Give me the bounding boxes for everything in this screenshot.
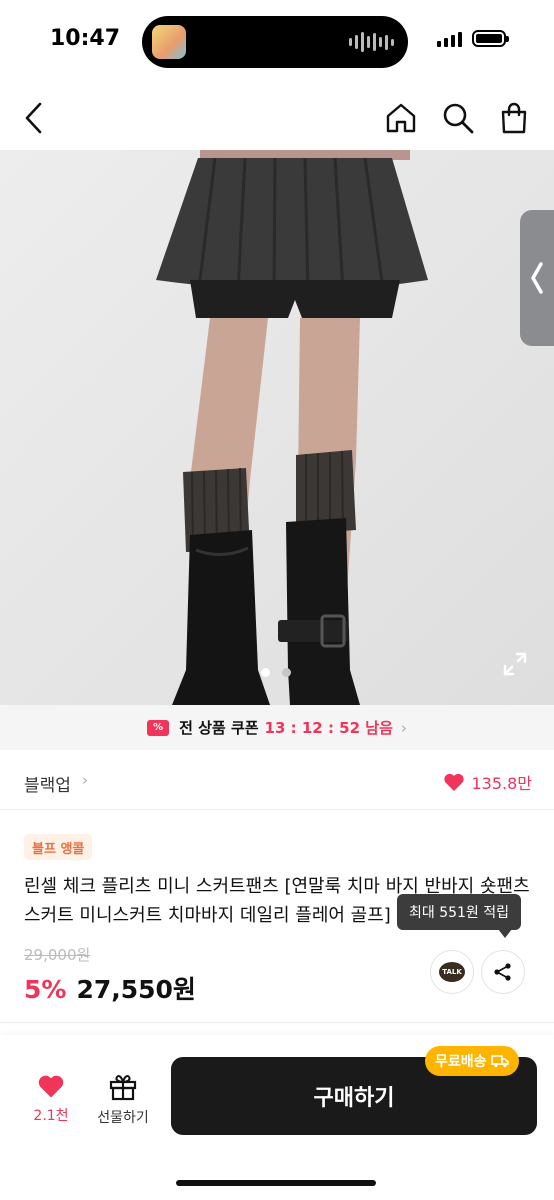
gift-label: 선물하기 — [97, 1110, 149, 1126]
status-icons — [437, 30, 509, 47]
signal-icon — [437, 31, 462, 47]
home-button[interactable] — [381, 98, 421, 138]
top-navigation — [0, 84, 554, 150]
shopping-bag-icon — [501, 102, 527, 134]
coupon-timer: 13 : 12 : 52 남음 — [264, 719, 393, 737]
tooltip-arrow — [498, 929, 512, 938]
pagination-dot[interactable] — [282, 668, 291, 677]
chevron-right-icon: › — [82, 771, 88, 789]
coupon-banner[interactable]: % 전 상품 쿠폰 13 : 12 : 52 남음 › — [0, 705, 554, 750]
free-shipping-badge: 무료배송 — [425, 1046, 519, 1076]
cart-button[interactable] — [494, 98, 534, 138]
delivery-truck-icon — [490, 1055, 509, 1068]
gift-icon — [109, 1074, 137, 1101]
free-shipping-label: 무료배송 — [435, 1054, 487, 1070]
promo-badge: 블프 앵콜 — [24, 834, 93, 860]
battery-icon — [472, 30, 509, 47]
share-icon — [494, 963, 511, 981]
brand-like-button[interactable]: 135.8만 — [443, 770, 532, 794]
gallery-pagination — [261, 668, 291, 677]
gift-button[interactable]: 선물하기 — [88, 1073, 158, 1127]
status-time: 10:47 — [50, 26, 121, 51]
now-playing-app-icon — [152, 25, 186, 59]
brand-name-link[interactable]: 블랙업 — [24, 771, 71, 796]
product-photo — [0, 150, 554, 705]
discount-rate: 5% — [24, 975, 67, 1004]
brand-like-count: 135.8만 — [471, 774, 532, 793]
chevron-left-icon — [25, 102, 42, 134]
heart-icon — [38, 1075, 64, 1098]
product-image-gallery[interactable] — [0, 150, 554, 705]
share-button[interactable] — [481, 950, 525, 994]
back-button[interactable] — [14, 98, 54, 138]
brand-row: 블랙업 › 135.8만 — [0, 752, 554, 810]
status-bar: 10:47 — [0, 0, 554, 80]
audio-waveform-icon — [349, 32, 394, 52]
sale-price: 27,550원 — [76, 975, 196, 1004]
side-drawer-handle[interactable] — [520, 210, 554, 346]
bottom-action-bar: 2.1천 선물하기 구매하기 무료배송 — [0, 1035, 554, 1200]
coupon-label: 전 상품 쿠폰 — [179, 719, 259, 737]
search-icon — [443, 103, 474, 134]
original-price: 29,000원 — [24, 946, 91, 964]
chevron-left-icon — [531, 262, 543, 294]
section-divider — [0, 1022, 554, 1023]
kakaotalk-icon: TALK — [439, 962, 465, 982]
chevron-right-icon: › — [400, 718, 407, 737]
coupon-icon: % — [147, 719, 170, 736]
heart-icon — [444, 773, 465, 791]
kakaotalk-share-button[interactable]: TALK — [430, 950, 474, 994]
search-button[interactable] — [438, 98, 478, 138]
price-row: 5% 27,550원 — [24, 970, 196, 1006]
reward-tooltip: 최대 551원 적립 — [397, 894, 522, 930]
home-indicator[interactable] — [176, 1180, 376, 1186]
home-icon — [386, 103, 416, 133]
expand-icon[interactable] — [502, 651, 528, 677]
pagination-dot-active[interactable] — [261, 668, 270, 677]
wishlist-count: 2.1천 — [33, 1108, 69, 1124]
dynamic-island[interactable] — [142, 16, 408, 68]
wishlist-button[interactable]: 2.1천 — [16, 1073, 86, 1125]
